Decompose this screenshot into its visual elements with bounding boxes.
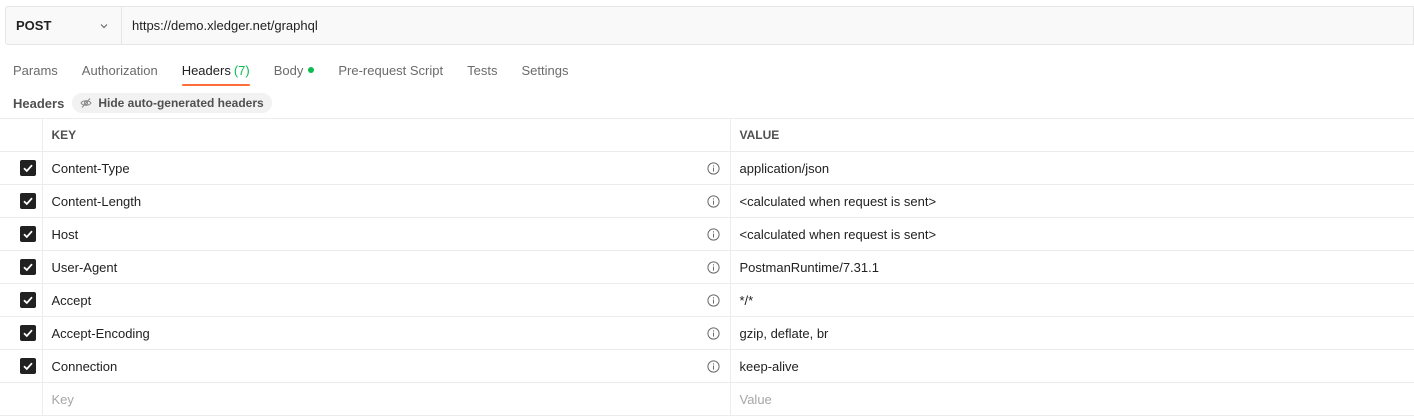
info-icon[interactable] <box>706 326 720 340</box>
header-key-cell[interactable]: Host <box>42 217 731 251</box>
table-row: Accept */* <box>0 283 1414 317</box>
table-row: Content-Length <calculated when request i… <box>0 184 1414 218</box>
info-icon[interactable] <box>706 161 720 175</box>
header-key: Content-Length <box>51 193 142 209</box>
tab-pre-request-script[interactable]: Pre-request Script <box>338 54 443 86</box>
tab-tests[interactable]: Tests <box>467 54 497 86</box>
tab-body[interactable]: Body <box>274 54 315 86</box>
headers-label: Headers <box>13 95 65 111</box>
request-tabs: Params Authorization Headers (7) Body Pre… <box>13 54 592 86</box>
tab-params[interactable]: Params <box>13 54 58 86</box>
table-header-row: KEY VALUE <box>0 118 1414 152</box>
tab-headers[interactable]: Headers (7) <box>181 54 250 86</box>
table-row: Host <calculated when request is sent> <box>0 217 1414 251</box>
header-key-cell[interactable]: Connection <box>42 349 731 383</box>
header-key-cell[interactable]: Accept <box>42 283 731 317</box>
header-key: Connection <box>51 358 118 374</box>
info-icon[interactable] <box>706 227 720 241</box>
table-row: Accept-Encoding gzip, deflate, br <box>0 316 1414 350</box>
value-column-header: VALUE <box>730 118 1414 152</box>
header-enabled-checkbox[interactable] <box>20 325 36 341</box>
info-icon[interactable] <box>706 194 720 208</box>
check-icon <box>23 362 33 371</box>
header-key-cell[interactable]: User-Agent <box>42 250 731 284</box>
check-icon <box>23 329 33 338</box>
check-icon <box>23 197 33 206</box>
key-column-header: KEY <box>42 118 731 152</box>
method-label: POST <box>16 18 52 33</box>
header-value-cell[interactable]: gzip, deflate, br <box>730 316 1414 350</box>
tab-settings[interactable]: Settings <box>521 54 568 86</box>
header-value-cell[interactable]: keep-alive <box>730 349 1414 383</box>
check-icon <box>23 230 33 239</box>
table-row: User-Agent PostmanRuntime/7.31.1 <box>0 250 1414 284</box>
header-value-cell[interactable]: <calculated when request is sent> <box>730 184 1414 218</box>
chevron-down-icon <box>100 23 108 28</box>
header-key: Content-Type <box>51 160 130 176</box>
header-key: User-Agent <box>51 259 118 275</box>
new-value-input[interactable]: Value <box>730 382 1414 416</box>
header-value: application/json <box>739 160 830 176</box>
check-icon <box>23 164 33 173</box>
tab-authorization[interactable]: Authorization <box>82 54 158 86</box>
header-value: keep-alive <box>739 358 799 374</box>
eye-off-icon <box>80 98 92 108</box>
header-value-cell[interactable]: <calculated when request is sent> <box>730 217 1414 251</box>
header-value: PostmanRuntime/7.31.1 <box>739 259 879 275</box>
header-enabled-checkbox[interactable] <box>20 358 36 374</box>
body-indicator-dot <box>308 67 315 73</box>
header-value-cell[interactable]: */* <box>730 283 1414 317</box>
method-select[interactable]: POST <box>6 7 122 44</box>
info-icon[interactable] <box>706 293 720 307</box>
headers-count: (7) <box>233 62 250 78</box>
header-value-cell[interactable]: PostmanRuntime/7.31.1 <box>730 250 1414 284</box>
header-value: <calculated when request is sent> <box>739 226 937 242</box>
info-icon[interactable] <box>706 260 720 274</box>
header-key-cell[interactable]: Accept-Encoding <box>42 316 731 350</box>
info-icon[interactable] <box>706 359 720 373</box>
new-header-row: Key Value <box>0 382 1414 416</box>
header-enabled-checkbox[interactable] <box>20 160 36 176</box>
header-value: */* <box>739 292 754 308</box>
check-icon <box>23 296 33 305</box>
header-key: Host <box>51 226 79 242</box>
header-key-cell[interactable]: Content-Type <box>42 151 731 185</box>
url-input[interactable] <box>122 7 1413 44</box>
header-value-cell[interactable]: application/json <box>730 151 1414 185</box>
headers-table: KEY VALUE Content-Type application/json Co… <box>0 118 1414 416</box>
table-row: Connection keep-alive <box>0 349 1414 383</box>
table-row: Content-Type application/json <box>0 151 1414 185</box>
header-value: gzip, deflate, br <box>739 325 829 341</box>
new-key-input[interactable]: Key <box>42 382 731 416</box>
header-key-cell[interactable]: Content-Length <box>42 184 731 218</box>
check-icon <box>23 263 33 272</box>
header-value: <calculated when request is sent> <box>739 193 937 209</box>
header-enabled-checkbox[interactable] <box>20 193 36 209</box>
request-url-bar: POST <box>5 6 1414 45</box>
headers-subheader: Headers Hide auto-generated headers <box>13 92 272 114</box>
header-enabled-checkbox[interactable] <box>20 259 36 275</box>
hide-auto-generated-headers-button[interactable]: Hide auto-generated headers <box>72 93 272 113</box>
header-enabled-checkbox[interactable] <box>20 226 36 242</box>
header-key: Accept <box>51 292 92 308</box>
header-enabled-checkbox[interactable] <box>20 292 36 308</box>
header-key: Accept-Encoding <box>51 325 150 341</box>
